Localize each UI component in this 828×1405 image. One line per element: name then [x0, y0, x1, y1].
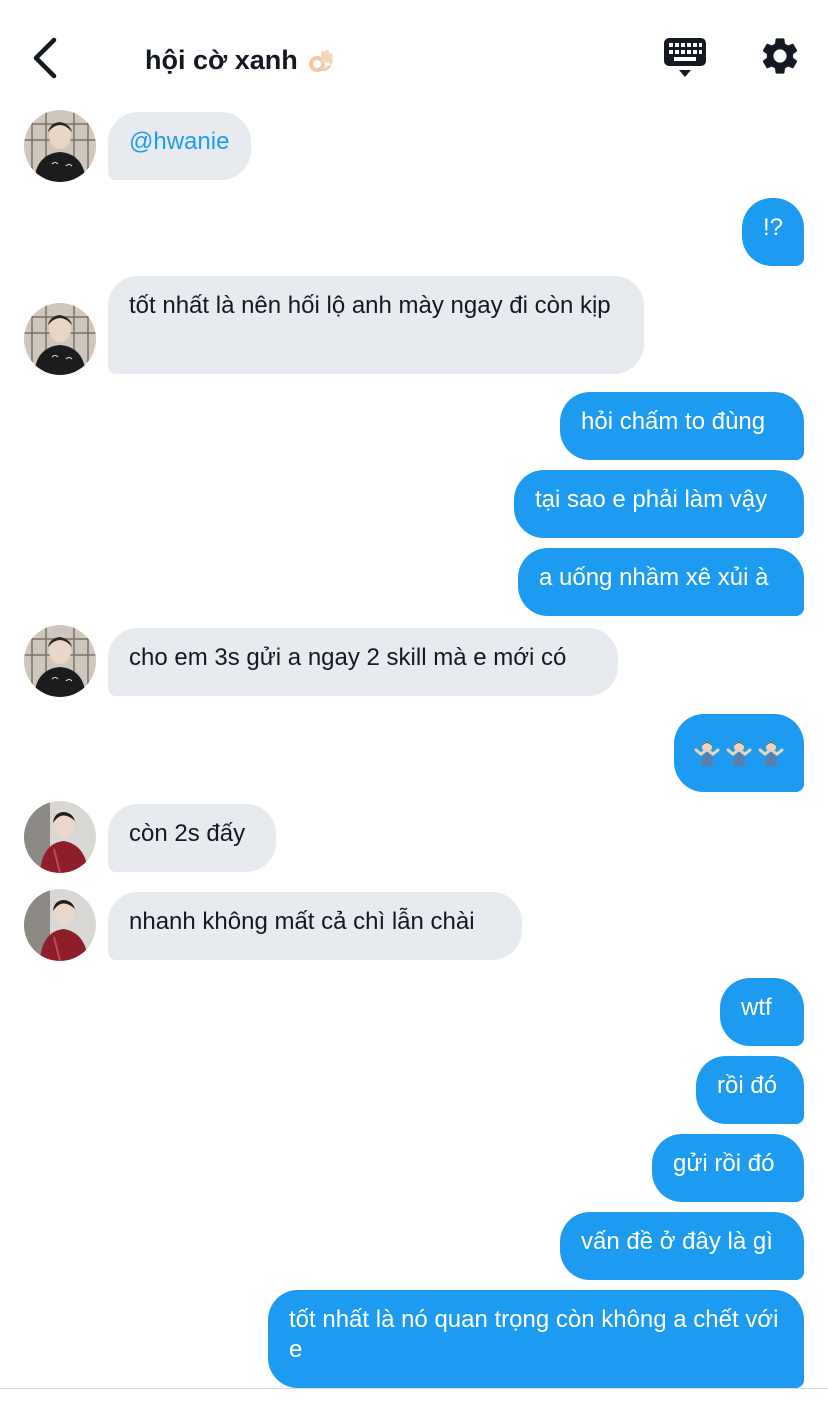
avatar[interactable]	[24, 110, 96, 182]
message-text: tốt nhất là nó quan trọng còn không a ch…	[289, 1306, 779, 1363]
message-bubble-outgoing[interactable]: rồi đó	[696, 1056, 804, 1124]
man-shrugging-emoji-icon	[694, 742, 720, 766]
message-text: cho em 3s gửi a ngay 2 skill mà e mới có	[129, 644, 567, 671]
avatar[interactable]	[24, 889, 96, 961]
message-text: tại sao e phải làm vậy	[535, 486, 768, 513]
message-bubble-incoming[interactable]: @hwanie	[108, 112, 251, 180]
keyboard-toggle-button[interactable]	[662, 36, 708, 80]
message-bubble-outgoing[interactable]: a uống nhầm xê xủi à	[518, 548, 804, 616]
avatar-black-jacket	[24, 303, 96, 375]
message-text: hỏi chấm to đùng	[581, 408, 766, 435]
message-text: còn 2s đấy	[129, 820, 246, 847]
avatar[interactable]	[24, 625, 96, 697]
message-bubble-outgoing[interactable]: tốt nhất là nó quan trọng còn không a ch…	[268, 1290, 804, 1388]
man-shrugging-emoji-icon	[758, 742, 784, 766]
message-bubble-outgoing[interactable]: tại sao e phải làm vậy	[514, 470, 804, 538]
message-bubble-outgoing[interactable]: wtf	[720, 978, 804, 1046]
message-text: !?	[762, 214, 783, 241]
message-bubble-incoming[interactable]: cho em 3s gửi a ngay 2 skill mà e mới có	[108, 628, 618, 696]
gear-icon	[762, 38, 798, 74]
message-bubble-outgoing[interactable]: gửi rồi đó	[652, 1134, 804, 1202]
keyboard-icon	[664, 38, 706, 77]
mention-link[interactable]: @hwanie	[129, 128, 229, 155]
settings-button[interactable]	[758, 34, 802, 78]
message-bubble-outgoing[interactable]: !?	[742, 198, 804, 266]
ok-hand-emoji-icon	[308, 50, 333, 72]
message-bubble-outgoing[interactable]: vấn đề ở đây là gì	[560, 1212, 804, 1280]
message-bubble-outgoing[interactable]	[674, 714, 804, 792]
chat-header: hội cờ xanh	[0, 0, 828, 105]
conversation-title[interactable]: hội cờ xanh	[145, 40, 334, 80]
composer-divider	[0, 1388, 828, 1389]
emoji-group	[694, 738, 784, 768]
message-text: a uống nhầm xê xủi à	[539, 564, 769, 591]
avatar-red-jacket	[24, 801, 96, 873]
message-bubble-outgoing[interactable]: hỏi chấm to đùng	[560, 392, 804, 460]
avatar-red-jacket	[24, 889, 96, 961]
avatar[interactable]	[24, 303, 96, 375]
message-bubble-incoming[interactable]: còn 2s đấy	[108, 804, 276, 872]
message-text: tốt nhất là nên hối lộ anh mày ngay đi c…	[129, 292, 611, 319]
avatar-black-jacket	[24, 625, 96, 697]
message-text: nhanh không mất cả chì lẫn chài	[129, 908, 475, 935]
message-text: rồi đó	[717, 1072, 778, 1099]
message-bubble-incoming[interactable]: nhanh không mất cả chì lẫn chài	[108, 892, 522, 960]
message-text: gửi rồi đó	[673, 1150, 775, 1177]
back-button[interactable]	[28, 36, 62, 80]
avatar-black-jacket	[24, 110, 96, 182]
avatar[interactable]	[24, 801, 96, 873]
man-shrugging-emoji-icon	[726, 742, 752, 766]
message-bubble-incoming[interactable]: tốt nhất là nên hối lộ anh mày ngay đi c…	[108, 276, 644, 374]
conversation-title-text: hội cờ xanh	[145, 44, 298, 75]
message-text: wtf	[741, 994, 772, 1021]
message-text: vấn đề ở đây là gì	[581, 1228, 773, 1255]
chevron-left-icon	[33, 37, 57, 79]
